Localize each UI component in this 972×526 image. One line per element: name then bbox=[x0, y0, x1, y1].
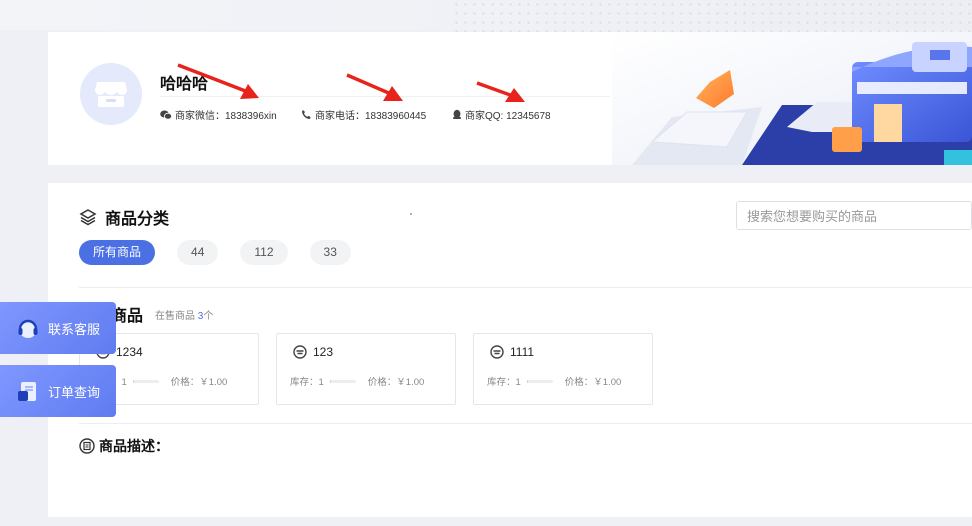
wechat-text: 商家微信：1838396xin bbox=[175, 111, 277, 122]
shop-illustration bbox=[612, 32, 972, 165]
category-tab-33[interactable]: 33 bbox=[309, 240, 351, 265]
description-heading: 商品描述： bbox=[79, 436, 169, 456]
price-label: 价格：￥1.00 bbox=[170, 377, 228, 388]
order-query-button[interactable]: 订单查询 bbox=[0, 365, 116, 417]
search-input[interactable]: 搜索您想要购买的商品 bbox=[736, 201, 972, 230]
stray-dot bbox=[410, 213, 412, 215]
category-tab-112[interactable]: 112 bbox=[240, 240, 288, 265]
price-label: 价格：￥1.00 bbox=[367, 377, 425, 388]
customer-service-button[interactable]: 联系客服 bbox=[0, 302, 116, 354]
description-title: 商品描述： bbox=[99, 438, 169, 454]
shop-header: 哈哈哈 商家微信：1838396xin 商家电话：18383960445 商家Q… bbox=[48, 32, 972, 165]
main-panel: 商品分类 搜索您想要购买的商品 所有商品 44 112 33 选择商品 在售商品… bbox=[48, 183, 972, 517]
product-title: 123 bbox=[293, 345, 333, 359]
phone-text: 商家电话：18383960445 bbox=[315, 111, 427, 122]
category-heading: 商品分类 bbox=[79, 205, 169, 229]
qq-contact: 商家QQ: 12345678 bbox=[452, 107, 551, 122]
category-tabs: 所有商品 44 112 33 bbox=[79, 240, 351, 265]
phone-icon bbox=[302, 110, 311, 119]
price-label: 价格：￥1.00 bbox=[564, 377, 622, 388]
category-title: 商品分类 bbox=[105, 211, 170, 228]
red-arrow-1 bbox=[177, 63, 259, 99]
select-subtitle: 在售商品 3个 bbox=[155, 307, 213, 322]
product-card[interactable]: 123 库存：1 价格：￥1.00 bbox=[276, 333, 456, 405]
product-name: 1234 bbox=[116, 345, 143, 359]
stock-label: 库存：1 bbox=[487, 377, 521, 388]
product-meta: 库存：1 价格：￥1.00 bbox=[290, 374, 424, 388]
red-arrow-2 bbox=[346, 73, 403, 101]
product-name: 123 bbox=[313, 345, 334, 359]
order-query-label: 订单查询 bbox=[48, 384, 101, 400]
customer-service-label: 联系客服 bbox=[48, 321, 101, 337]
category-tab-all[interactable]: 所有商品 bbox=[79, 240, 156, 265]
stock-bar-fill bbox=[329, 379, 331, 383]
order-icon bbox=[18, 382, 36, 401]
qq-icon bbox=[453, 109, 461, 119]
store-icon bbox=[95, 82, 127, 107]
stock-label: 库存：1 bbox=[290, 377, 324, 388]
product-icon bbox=[293, 345, 307, 359]
on-sale-label: 在售商品 bbox=[155, 310, 196, 322]
phone-contact: 商家电话：18383960445 bbox=[301, 107, 426, 122]
wechat-icon bbox=[160, 110, 172, 120]
headset-icon bbox=[18, 319, 38, 338]
product-name: 1111 bbox=[510, 345, 535, 359]
stock-bar bbox=[526, 379, 553, 383]
description-icon bbox=[79, 438, 95, 454]
category-tab-44[interactable]: 44 bbox=[177, 240, 219, 265]
red-arrow-3 bbox=[476, 81, 525, 102]
product-icon bbox=[490, 345, 504, 359]
product-list: 1234 库存：1 价格：￥1.00 123 库存：1 价格：￥1.00 111 bbox=[79, 333, 653, 405]
divider-2 bbox=[79, 423, 972, 424]
product-card[interactable]: 1111 库存：1 价格：￥1.00 bbox=[473, 333, 653, 405]
stock-bar-fill bbox=[132, 379, 134, 383]
stock-bar bbox=[132, 379, 159, 383]
product-meta: 库存：1 价格：￥1.00 bbox=[487, 374, 621, 388]
divider-1 bbox=[79, 287, 972, 288]
shop-avatar bbox=[80, 63, 142, 125]
on-sale-unit: 个 bbox=[203, 310, 214, 322]
product-title: 1111 bbox=[490, 345, 534, 359]
wechat-contact: 商家微信：1838396xin bbox=[160, 107, 277, 122]
stock-bar-fill bbox=[526, 379, 528, 383]
layers-icon bbox=[79, 209, 97, 226]
qq-text: 商家QQ: 12345678 bbox=[465, 111, 551, 122]
stock-bar bbox=[329, 379, 356, 383]
